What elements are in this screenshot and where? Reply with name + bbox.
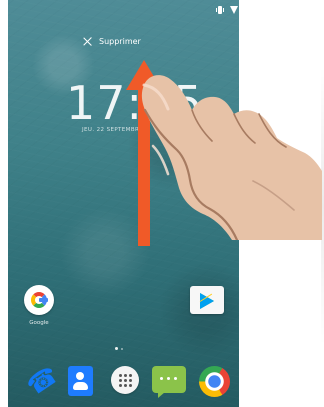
close-icon (82, 36, 93, 47)
google-app[interactable]: Google (20, 285, 58, 335)
next-page-dot (121, 347, 123, 350)
delete-label: Supprimer (99, 36, 141, 46)
current-page-dot (115, 347, 118, 350)
contacts-icon[interactable] (68, 366, 93, 396)
wifi-icon (229, 5, 239, 14)
status-time: 17:25 (293, 4, 319, 14)
google-label: Google (29, 320, 49, 326)
delete-button[interactable]: Supprimer (82, 36, 141, 47)
apps-icon[interactable] (111, 366, 139, 394)
vibrate-icon (215, 5, 224, 14)
phone-icon[interactable] (22, 366, 53, 397)
hand-icon (141, 75, 322, 240)
play-store-icon (190, 286, 224, 314)
battery-icon (257, 4, 264, 14)
app-dock (8, 364, 239, 407)
android-lock-screen-tutorial: 57 % 17:25 Supprimer 17:25 JEU. 22 SEPTE… (0, 0, 324, 407)
google-icon (24, 285, 54, 315)
messages-icon[interactable] (152, 366, 186, 398)
status-bar: 57 % 17:25 (215, 4, 319, 15)
play-store-app[interactable] (187, 286, 227, 318)
chrome-icon[interactable] (199, 366, 230, 397)
no-sim-icon (244, 4, 252, 15)
battery-percent: 57 % (269, 5, 288, 14)
home-page-indicators (115, 347, 123, 350)
